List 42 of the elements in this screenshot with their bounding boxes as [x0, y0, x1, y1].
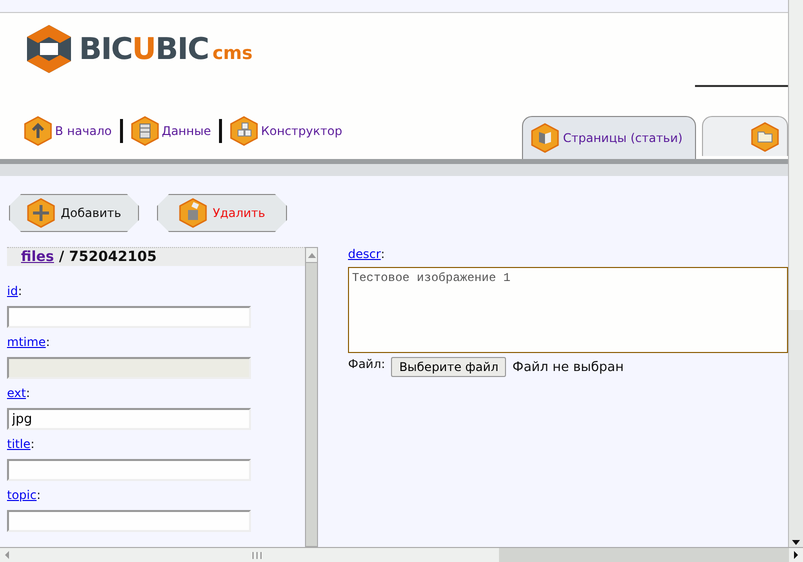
colon: :: [26, 386, 30, 402]
nav-link[interactable]: В начало: [24, 116, 112, 146]
book-icon: [531, 123, 559, 154]
field-label-link[interactable]: topic: [7, 488, 37, 504]
choose-file-button[interactable]: Выберите файл: [391, 357, 506, 377]
file-status: Файл не выбран: [512, 360, 624, 374]
text-field[interactable]: jpg: [7, 408, 251, 430]
delete-button[interactable]: Удалить: [157, 194, 287, 232]
colon: :: [30, 437, 35, 453]
file-label: Файл:: [348, 357, 386, 371]
scroll-up-icon[interactable]: [308, 252, 316, 258]
table-link[interactable]: files: [21, 249, 54, 265]
colon: :: [380, 247, 385, 263]
description-field[interactable]: Тестовое изображение 1: [348, 267, 788, 353]
field-label-link[interactable]: title: [7, 437, 30, 453]
field-label-link[interactable]: id: [7, 284, 18, 300]
plus-icon: [26, 198, 55, 228]
field-label-link[interactable]: ext: [7, 386, 26, 402]
field-label-link[interactable]: descr: [348, 247, 381, 263]
colon: :: [36, 488, 41, 504]
trash-icon: [178, 198, 207, 228]
nav-link[interactable]: Данные: [130, 116, 211, 146]
logo-icon: [25, 24, 73, 74]
nav-link[interactable]: Конструктор: [230, 116, 342, 146]
scrollbar[interactable]: [305, 247, 318, 547]
page-scrollbar[interactable]: [788, 0, 803, 547]
colon: :: [18, 284, 22, 300]
logo-text: BICUBIC cms: [79, 32, 253, 66]
colon: :: [46, 335, 50, 351]
tab[interactable]: Страницы (статьи): [522, 116, 696, 160]
folder-icon: [751, 122, 779, 152]
text-field[interactable]: [7, 306, 251, 328]
arrow-up-icon: [24, 116, 52, 146]
record-id: / 752042105: [59, 249, 157, 265]
database-icon: [130, 116, 159, 146]
grip-icon: [252, 552, 262, 558]
cubes-icon: [230, 116, 258, 146]
add-button[interactable]: Добавить: [9, 194, 139, 232]
tab[interactable]: [702, 116, 788, 156]
text-field[interactable]: [7, 510, 251, 532]
horizontal-scrollbar[interactable]: [0, 547, 803, 562]
text-field[interactable]: [7, 459, 251, 481]
